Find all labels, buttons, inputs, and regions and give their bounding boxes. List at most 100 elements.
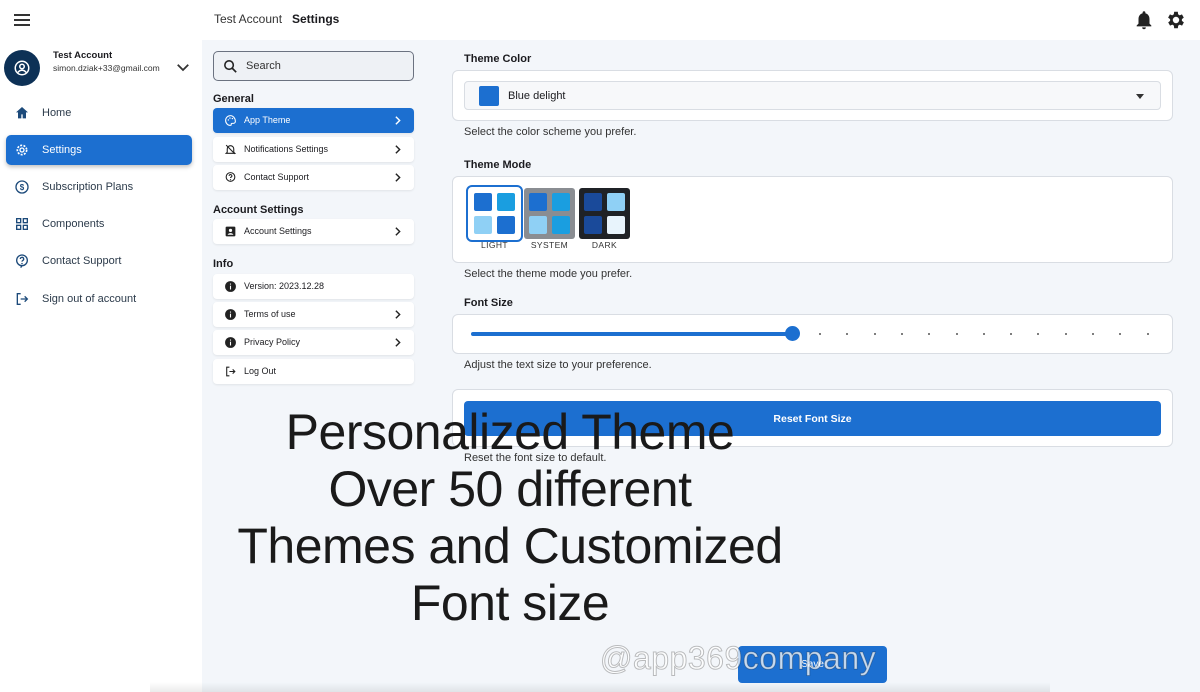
help-icon [16,254,28,269]
promo-line: Themes and Customized [237,518,783,574]
list-item-account-settings[interactable]: Account Settings [213,219,414,244]
palette-icon [225,115,236,126]
sidebar-item-contact-support[interactable]: Contact Support [6,246,192,276]
top-app-bar: Test Account Settings [0,0,1200,40]
list-item-app-theme[interactable]: App Theme [213,108,414,133]
home-icon [16,107,28,119]
avatar [4,50,40,86]
list-item-terms-of-use[interactable]: Terms of use [213,302,414,327]
system-preview [524,188,575,239]
chevron-right-icon [395,338,401,347]
list-item-version: Version: 2023.12.28 [213,274,414,299]
promo-line: Personalized Theme [285,404,735,460]
dollar-circle-icon: $ [15,180,29,194]
sidebar-item-components[interactable]: Components [6,209,192,239]
theme-color-help: Select the color scheme you prefer. [464,126,637,138]
chevron-right-icon [395,227,401,236]
theme-color-heading: Theme Color [464,53,532,65]
chevron-right-icon [395,310,401,319]
sidebar-item-settings[interactable]: Settings [6,135,192,165]
list-item-label: Terms of use [244,309,296,319]
sidebar-item-label: Components [42,218,105,230]
breadcrumb-current: Settings [292,12,340,26]
sidebar-item-label: Subscription Plans [42,181,134,193]
list-item-contact-support[interactable]: Contact Support [213,165,414,190]
section-heading-general: General [213,93,254,105]
theme-mode-label: DARK [591,240,618,250]
account-email: simon.dziak+33@gmail.com [53,63,160,73]
sidebar-item-home[interactable]: Home [6,98,192,128]
slider-tick [955,333,958,335]
svg-text:$: $ [20,183,25,192]
hamburger-menu-icon[interactable] [12,10,32,30]
slider-thumb[interactable] [785,326,800,341]
gear-icon[interactable] [1165,9,1187,31]
sidebar-item-subscription-plans[interactable]: $ Subscription Plans [6,172,192,202]
theme-color-select[interactable]: Blue delight [464,81,1161,110]
slider-tick [819,333,821,335]
sidebar-item-label: Sign out of account [42,293,137,305]
slider-tick [1064,333,1067,335]
dropdown-arrow-icon [1136,94,1144,99]
bottom-shadow [150,682,1050,692]
account-box-icon [225,226,236,237]
breadcrumb-account[interactable]: Test Account [214,12,282,26]
bell-off-icon [224,144,237,155]
list-item-label: App Theme [244,115,291,125]
logout-icon [226,366,236,377]
slider-tick [846,333,849,335]
slider-tick [1146,333,1149,335]
color-swatch [479,86,499,106]
slider-tick [1119,333,1122,335]
list-item-notifications-settings[interactable]: Notifications Settings [213,137,414,162]
account-switcher[interactable]: Test Account simon.dziak+33@gmail.com [4,48,198,88]
grid-icon [15,218,28,230]
list-item-privacy-policy[interactable]: Privacy Policy [213,330,414,355]
chevron-right-icon [395,173,401,182]
user-circle-icon [14,60,30,76]
slider-tick [928,333,931,335]
list-item-log-out[interactable]: Log Out [213,359,414,384]
list-item-label: Account Settings [244,226,312,236]
logout-icon [16,293,29,305]
account-name: Test Account [53,50,113,61]
search-input[interactable]: Search [213,51,414,81]
theme-mode-dark[interactable]: DARK [579,188,631,250]
chevron-right-icon [395,145,401,154]
list-item-label: Version: 2023.12.28 [244,281,325,291]
navigation-drawer: Test Account simon.dziak+33@gmail.com Ho… [0,40,202,692]
slider-tick [1092,333,1094,335]
theme-mode-label: LIGHT [480,240,509,250]
slider-tick [982,333,985,335]
info-icon [225,309,236,320]
info-icon [225,337,236,348]
theme-mode-light[interactable]: LIGHT [466,185,523,250]
font-size-slider[interactable] [465,324,1160,344]
theme-mode-label: SYSTEM [530,240,569,250]
theme-mode-heading: Theme Mode [464,159,532,171]
info-icon [225,281,236,292]
promo-line: Font size [410,575,610,631]
dark-preview [579,188,630,239]
help-icon [225,172,236,182]
search-placeholder: Search [246,60,281,72]
sidebar-item-label: Settings [42,144,82,156]
list-item-label: Log Out [244,366,277,376]
bell-icon[interactable] [1133,9,1155,31]
list-item-label: Privacy Policy [244,337,301,347]
slider-tick [873,333,876,335]
promo-overlay-text: Personalized Theme Over 50 different The… [210,404,810,632]
slider-tick [900,333,903,335]
slider-track-active [471,332,792,336]
section-heading-info: Info [213,258,234,270]
chevron-down-icon[interactable] [174,58,192,76]
sidebar-item-sign-out[interactable]: Sign out of account [6,284,192,314]
theme-mode-system[interactable]: SYSTEM [524,188,576,250]
slider-tick [1010,333,1013,335]
watermark: @app369company [599,640,877,677]
section-heading-account-settings: Account Settings [213,204,304,216]
chevron-right-icon [395,116,401,125]
font-size-help: Adjust the text size to your preference. [464,359,652,371]
search-icon [224,60,237,73]
font-size-heading: Font Size [464,297,513,309]
